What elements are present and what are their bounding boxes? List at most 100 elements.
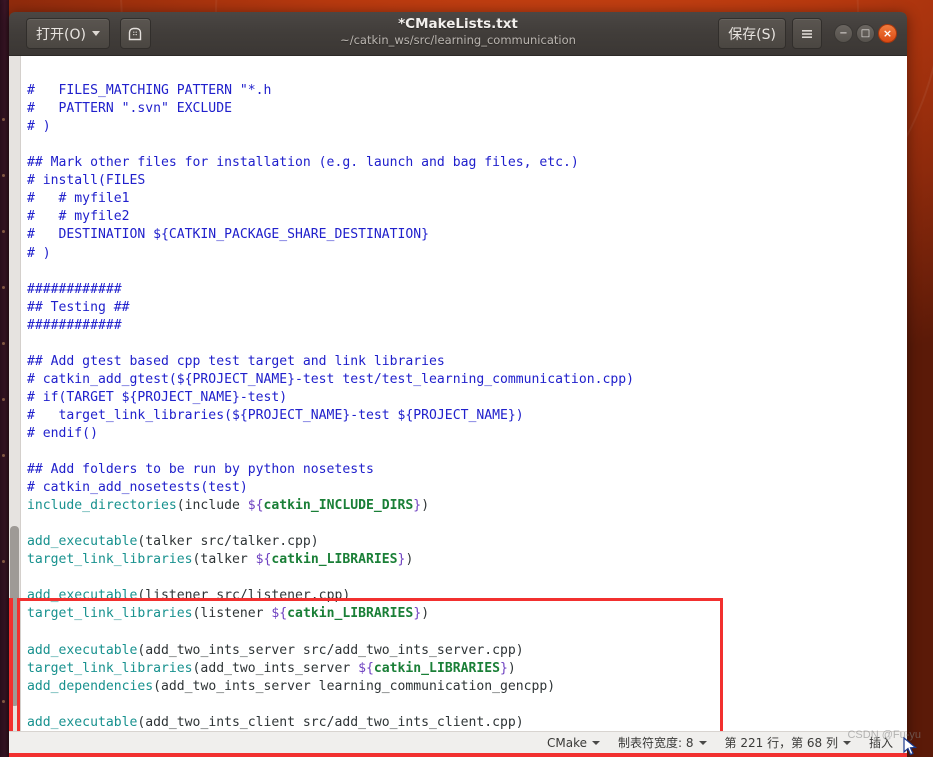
- hamburger-menu-icon: [802, 29, 812, 38]
- open-file-label: 打开(O): [36, 26, 86, 43]
- save-button[interactable]: 保存(S): [718, 18, 786, 49]
- code-token: (talker src/talker.cpp): [137, 534, 319, 550]
- statusbar-tab-width[interactable]: 制表符宽度: 8: [618, 734, 707, 751]
- code-token: # # myfile2: [27, 209, 130, 225]
- code-token: ${: [358, 660, 374, 676]
- launcher-dot: [2, 118, 5, 121]
- launcher-dot: [2, 560, 5, 563]
- code-line: # PATTERN ".svn" EXCLUDE: [27, 100, 907, 118]
- code-token: add_executable: [27, 588, 138, 604]
- code-token: ${: [271, 606, 288, 622]
- code-line: include_directories(include ${catkin_INC…: [27, 497, 907, 515]
- code-token: (include: [176, 498, 248, 514]
- hamburger-menu-button[interactable]: [792, 18, 822, 49]
- code-line: # if(TARGET ${PROJECT_NAME}-test): [27, 389, 907, 407]
- titlebar-right-group: 保存(S) − □ ×: [718, 18, 899, 49]
- status-bar: CMake 制表符宽度: 8 第 221 行，第 68 列 插入: [9, 731, 907, 753]
- chevron-down-icon: [91, 31, 100, 36]
- code-token: ): [405, 552, 414, 568]
- statusbar-language[interactable]: CMake: [547, 736, 601, 750]
- close-button[interactable]: ×: [878, 24, 897, 43]
- close-icon: ×: [882, 27, 893, 40]
- code-line: # # myfile1: [27, 190, 907, 208]
- window-titlebar: 打开(O) *CMakeLists.txt ~/catkin_ws/src/le…: [9, 12, 907, 56]
- code-token: (add_two_ints_server learning_communicat…: [153, 678, 556, 694]
- code-token: ${: [255, 552, 272, 568]
- code-line: ## Add gtest based cpp test target and l…: [27, 353, 907, 371]
- code-token: ## Testing ##: [27, 299, 130, 315]
- code-token: add_executable: [27, 714, 138, 730]
- chevron-down-icon: [592, 740, 601, 745]
- code-line: add_executable(talker src/talker.cpp): [27, 533, 907, 551]
- chevron-down-icon: [698, 740, 707, 745]
- desktop-background: 打开(O) *CMakeLists.txt ~/catkin_ws/src/le…: [0, 0, 933, 757]
- save-as-button[interactable]: [119, 18, 151, 49]
- code-line: target_link_libraries(talker ${catkin_LI…: [27, 551, 907, 569]
- minimize-button[interactable]: −: [834, 24, 853, 43]
- code-token: # DESTINATION ${CATKIN_PACKAGE_SHARE_DES…: [27, 227, 430, 243]
- launcher-dot: [2, 174, 5, 177]
- open-file-button[interactable]: 打开(O): [26, 18, 110, 49]
- code-line: add_dependencies(add_two_ints_server lea…: [27, 678, 907, 696]
- code-token: }: [500, 660, 508, 676]
- launcher-dot: [2, 700, 5, 703]
- code-token: add_executable: [27, 642, 138, 658]
- code-token: include_directories: [27, 498, 177, 514]
- code-token: ): [421, 606, 430, 622]
- code-token: add_executable: [27, 534, 138, 550]
- save-label: 保存(S): [728, 26, 776, 43]
- code-line: ## Testing ##: [27, 299, 907, 317]
- statusbar-insert-mode-label: 插入: [868, 736, 893, 750]
- code-token: catkin_LIBRARIES: [271, 552, 398, 568]
- code-line: target_link_libraries(listener ${catkin_…: [27, 605, 907, 623]
- chevron-down-icon: [842, 740, 851, 745]
- code-token: (listener src/listener.cpp): [137, 588, 351, 604]
- code-token: target_link_libraries: [27, 606, 193, 622]
- code-token: (add_two_ints_server src/add_two_ints_se…: [137, 642, 524, 658]
- code-line: ## Mark other files for installation (e.…: [27, 154, 907, 172]
- code-token: add_dependencies: [27, 678, 154, 694]
- code-token: (add_two_ints_client src/add_two_ints_cl…: [137, 714, 524, 730]
- statusbar-tab-width-label: 制表符宽度: 8: [618, 736, 694, 750]
- code-line: ############: [27, 281, 907, 299]
- statusbar-insert-mode[interactable]: 插入: [869, 734, 893, 751]
- code-token: (listener: [192, 606, 272, 622]
- launcher-dot: [2, 454, 5, 457]
- annotation-red-frame-bottom: [9, 753, 907, 757]
- code-token: ): [421, 498, 430, 514]
- save-as-icon: [129, 27, 142, 40]
- maximize-button[interactable]: □: [856, 24, 875, 43]
- unity-launcher[interactable]: [0, 0, 9, 757]
- code-token: target_link_libraries: [27, 660, 193, 676]
- gedit-window: 打开(O) *CMakeLists.txt ~/catkin_ws/src/le…: [9, 12, 907, 757]
- code-line: ############: [27, 317, 907, 335]
- code-line: # ): [27, 118, 907, 136]
- statusbar-cursor-position[interactable]: 第 221 行，第 68 列: [725, 734, 851, 751]
- code-line: # install(FILES: [27, 172, 907, 190]
- code-token: ############: [27, 281, 122, 297]
- launcher-dot: [2, 398, 5, 401]
- code-line: # endif(): [27, 425, 907, 443]
- code-token: # # myfile1: [27, 191, 130, 207]
- code-token: (add_two_ints_server: [192, 660, 359, 676]
- code-token: ): [507, 660, 516, 676]
- launcher-dot: [2, 342, 5, 345]
- code-token: # if(TARGET ${PROJECT_NAME}-test): [27, 389, 288, 405]
- code-token: # catkin_add_nosetests(test): [27, 480, 248, 496]
- launcher-dot: [2, 286, 5, 289]
- code-token: ## Add gtest based cpp test target and l…: [27, 353, 445, 369]
- code-token: # endif(): [27, 425, 98, 441]
- code-token: }: [413, 498, 422, 514]
- statusbar-position-label: 第 221 行，第 68 列: [724, 736, 838, 750]
- code-token: ## Add folders to be run by python noset…: [27, 462, 374, 478]
- code-text-area[interactable]: # FILES_MATCHING PATTERN "*.h # PATTERN "…: [21, 56, 907, 757]
- code-token: ${: [247, 498, 264, 514]
- code-line: add_executable(add_two_ints_client src/a…: [27, 714, 907, 732]
